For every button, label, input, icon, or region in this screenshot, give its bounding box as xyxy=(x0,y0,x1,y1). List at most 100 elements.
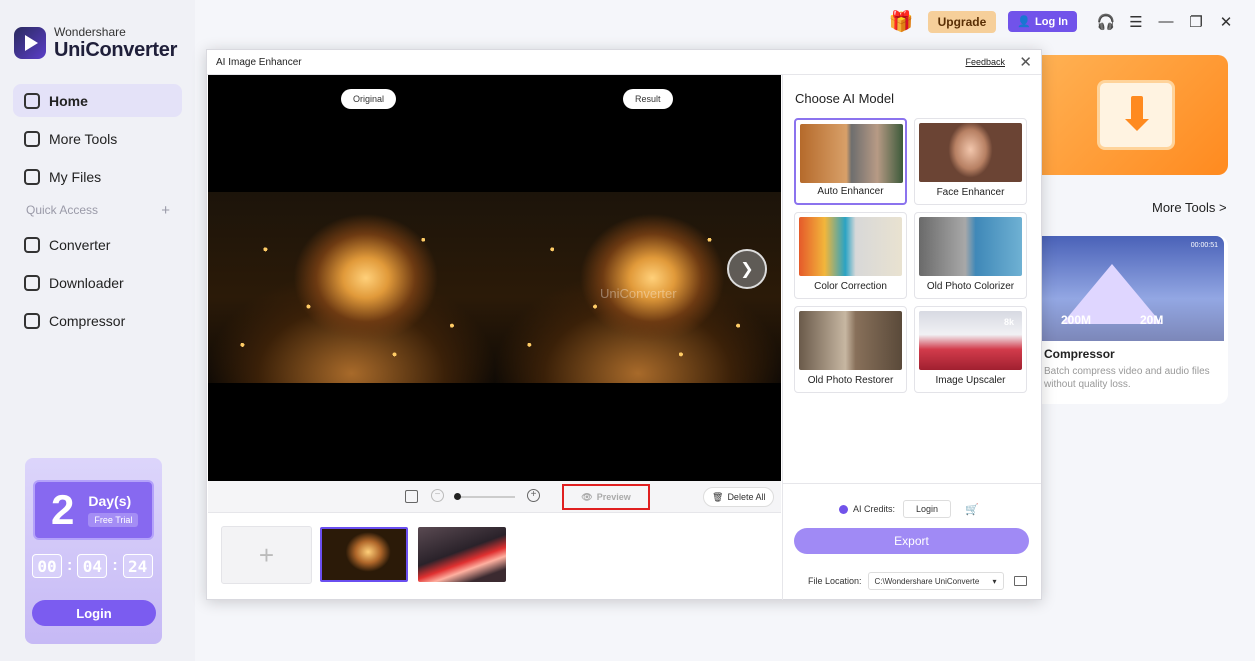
export-button[interactable]: Export xyxy=(794,528,1029,554)
next-arrow-icon[interactable]: ❯ xyxy=(727,249,767,289)
free-trial-card: 2 Day(s) Free Trial 00 : 04 : 24 Login xyxy=(25,458,162,644)
preview-toolbar: − + 👁 Preview 🗑 Delete All xyxy=(208,481,781,513)
thumbnail-forest[interactable] xyxy=(320,527,408,582)
countdown-minutes: 04 xyxy=(77,554,108,578)
ai-credits-label: AI Credits: xyxy=(853,504,896,514)
delete-all-button[interactable]: 🗑 Delete All xyxy=(703,487,775,507)
ai-credits-row: AI Credits: Login 🛒 xyxy=(839,500,979,518)
chevron-down-icon: ▾ xyxy=(992,576,997,586)
ai-credits-icon xyxy=(839,504,848,514)
sidebar-item-downloader[interactable]: Downloader xyxy=(13,266,182,299)
file-location-select[interactable]: C:\Wondershare UniConverte ▾ xyxy=(867,572,1004,590)
sidebar-item-my-files[interactable]: My Files xyxy=(13,160,182,193)
feedback-link[interactable]: Feedback xyxy=(965,57,1005,67)
file-icon xyxy=(24,168,40,185)
model-auto-enhancer[interactable]: Auto Enhancer xyxy=(794,118,907,205)
compressor-card[interactable]: 00:00:51 200M 20M Compressor Batch compr… xyxy=(1042,236,1228,404)
uniconverter-logo-icon xyxy=(14,27,46,59)
folder-icon[interactable] xyxy=(1013,576,1027,586)
free-trial-badge: Free Trial xyxy=(88,512,139,527)
preview-image xyxy=(208,192,781,383)
trial-days-label: Day(s) xyxy=(88,492,132,509)
color-correction-thumbnail xyxy=(799,217,902,276)
old-photo-colorizer-thumbnail xyxy=(919,217,1022,276)
cart-icon[interactable]: 🛒 xyxy=(965,503,979,516)
model-label: Color Correction xyxy=(814,281,887,292)
watermark-text: UniConverter xyxy=(600,286,677,301)
original-image xyxy=(208,192,495,383)
ai-image-enhancer-dialog: AI Image Enhancer Feedback ✕ Original Re… xyxy=(206,49,1042,600)
zoom-slider[interactable] xyxy=(455,496,515,498)
top-bar: 🎁 Upgrade 👤 Log In 🎧 ☰ — ❐ ✕ xyxy=(889,9,1241,34)
model-label: Old Photo Restorer xyxy=(807,375,894,386)
model-old-photo-restorer[interactable]: Old Photo Restorer xyxy=(794,306,907,393)
thumbnail-strip: + xyxy=(208,514,781,600)
zoom-slider-handle[interactable] xyxy=(454,493,461,500)
size-before: 200M xyxy=(1061,313,1092,327)
sidebar-item-label: Converter xyxy=(49,236,111,253)
choose-ai-model-title: Choose AI Model xyxy=(795,91,895,106)
minimize-icon[interactable]: — xyxy=(1159,13,1174,30)
model-label: Auto Enhancer xyxy=(817,186,884,197)
credits-login-button[interactable]: Login xyxy=(903,500,952,518)
model-face-enhancer[interactable]: Face Enhancer xyxy=(914,118,1027,205)
model-label: Face Enhancer xyxy=(936,187,1005,198)
compressor-description: Batch compress video and audio files wit… xyxy=(1044,366,1210,390)
downloader-icon xyxy=(24,274,40,291)
preview-label: Preview xyxy=(596,492,631,502)
download-banner[interactable] xyxy=(1042,55,1228,175)
restore-icon[interactable]: ❐ xyxy=(1189,14,1203,31)
compressor-time: 00:00:51 xyxy=(1190,242,1218,249)
trial-login-button[interactable]: Login xyxy=(32,600,156,626)
old-photo-restorer-thumbnail xyxy=(799,311,902,370)
model-color-correction[interactable]: Color Correction xyxy=(794,212,907,299)
sidebar-item-more-tools[interactable]: More Tools xyxy=(13,122,182,155)
model-old-photo-colorizer[interactable]: Old Photo Colorizer xyxy=(914,212,1027,299)
log-in-button[interactable]: 👤 Log In xyxy=(1008,11,1077,32)
more-tools-link[interactable]: More Tools > xyxy=(1152,200,1227,215)
sidebar-item-home[interactable]: Home xyxy=(13,84,182,117)
sidebar-item-compressor[interactable]: Compressor xyxy=(13,304,182,337)
log-in-label: Log In xyxy=(1035,15,1068,28)
add-quick-access-icon[interactable]: + xyxy=(161,202,170,219)
converter-icon xyxy=(24,236,40,253)
upgrade-button[interactable]: Upgrade xyxy=(927,10,997,33)
quick-access-header: Quick Access + xyxy=(13,198,182,222)
trial-countdown: 00 : 04 : 24 xyxy=(32,554,153,578)
sidebar-item-label: Home xyxy=(49,92,88,109)
close-icon[interactable]: ✕ xyxy=(1019,53,1032,71)
product-name: UniConverter xyxy=(54,39,178,61)
fit-screen-icon[interactable] xyxy=(405,490,418,503)
home-icon xyxy=(24,92,40,109)
add-image-button[interactable]: + xyxy=(221,526,312,584)
upscale-8k-tag: 8k xyxy=(1003,317,1014,327)
compressor-title: Compressor xyxy=(1044,347,1115,361)
trial-days-number: 2 xyxy=(51,486,75,533)
countdown-seconds: 24 xyxy=(122,554,153,578)
headset-icon[interactable]: 🎧 xyxy=(1097,14,1116,31)
file-location-label: File Location: xyxy=(808,576,862,586)
menu-icon[interactable]: ☰ xyxy=(1129,14,1143,31)
file-location-row: File Location: C:\Wondershare UniConvert… xyxy=(808,572,1027,590)
app-logo: Wondershare UniConverter xyxy=(14,26,177,60)
compressor-icon xyxy=(24,312,40,329)
toolbox-icon xyxy=(24,130,40,147)
sidebar-item-converter[interactable]: Converter xyxy=(13,228,182,261)
thumbnail-city[interactable] xyxy=(418,527,506,582)
dialog-title: AI Image Enhancer xyxy=(216,57,302,68)
sidebar-nav: Home More Tools My Files Quick Access + … xyxy=(13,84,182,342)
zoom-out-icon[interactable]: − xyxy=(431,489,444,502)
preview-button[interactable]: 👁 Preview xyxy=(562,484,650,510)
file-location-value: C:\Wondershare UniConverte xyxy=(874,576,980,586)
gift-icon[interactable]: 🎁 xyxy=(889,9,914,34)
trash-icon: 🗑 xyxy=(712,491,724,502)
close-window-icon[interactable]: ✕ xyxy=(1219,14,1233,31)
compressor-thumbnail: 00:00:51 200M 20M xyxy=(1042,236,1224,341)
countdown-hours: 00 xyxy=(32,554,62,578)
face-enhancer-thumbnail xyxy=(919,123,1022,182)
eye-icon: 👁 xyxy=(581,491,593,502)
model-image-upscaler[interactable]: 8k Image Upscaler xyxy=(914,306,1027,393)
sidebar-item-label: Compressor xyxy=(49,312,126,329)
zoom-in-icon[interactable]: + xyxy=(527,489,540,502)
trial-days-box: 2 Day(s) Free Trial xyxy=(33,480,154,540)
